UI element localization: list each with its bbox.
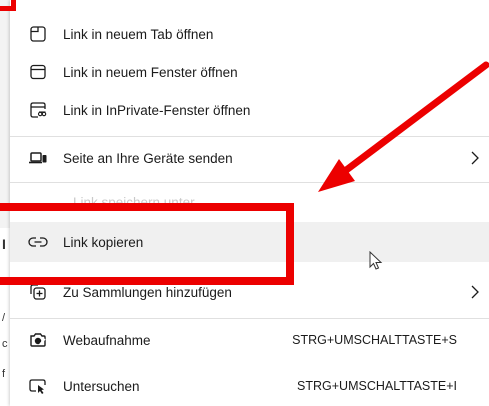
mouse-cursor-icon — [369, 251, 383, 270]
annotation-arrow — [318, 61, 489, 192]
